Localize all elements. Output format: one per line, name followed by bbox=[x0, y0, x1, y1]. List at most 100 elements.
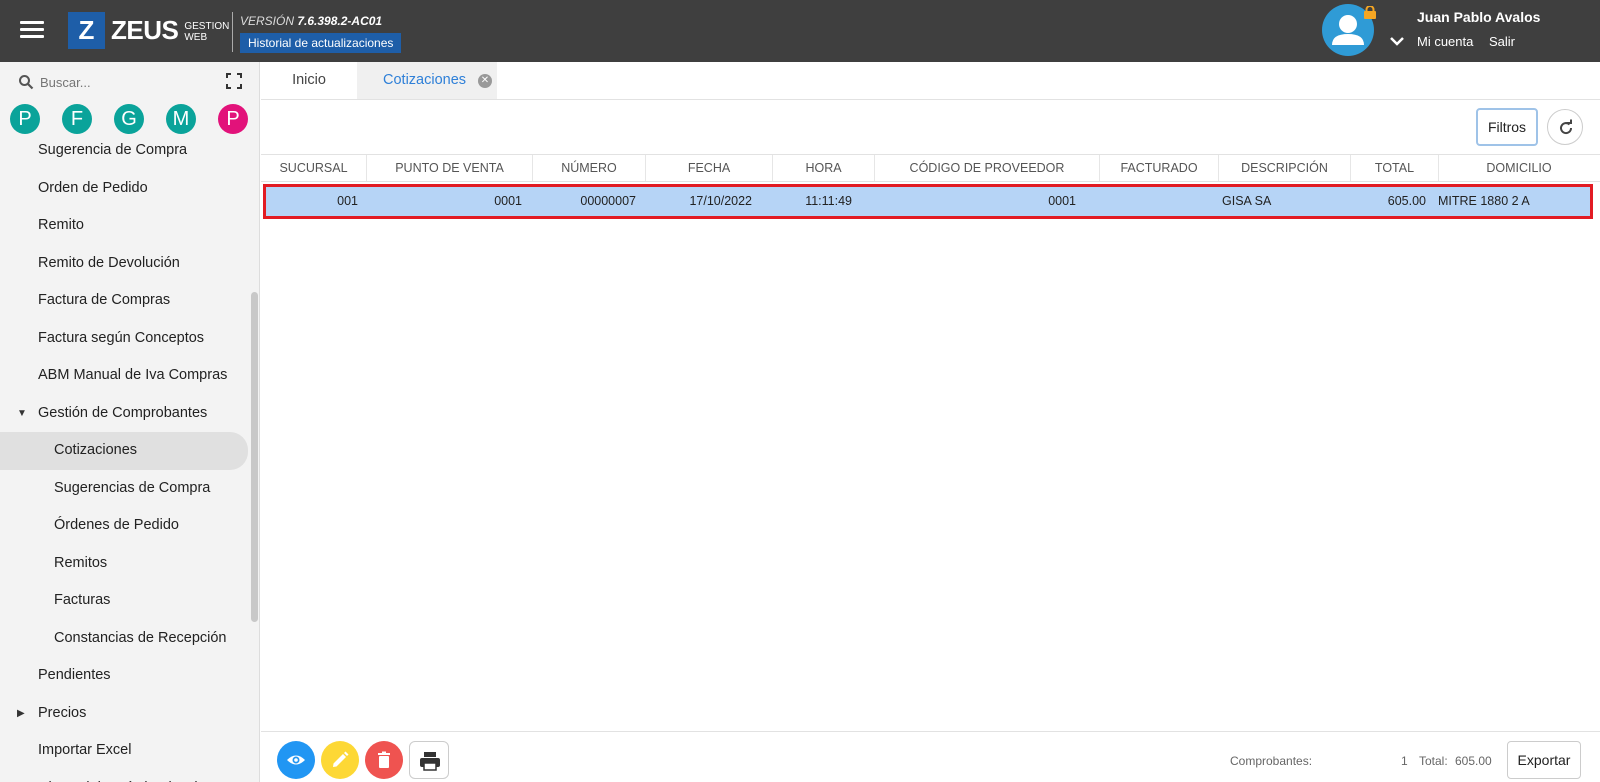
sidebar-item-label: Cotizaciones bbox=[54, 442, 138, 458]
shortcut-circle[interactable]: P bbox=[218, 104, 248, 134]
update-history-button[interactable]: Historial de actualizaciones bbox=[240, 33, 402, 53]
cell-hora: 11:11:49 bbox=[805, 194, 852, 208]
column-header-total[interactable]: TOTAL bbox=[1351, 155, 1439, 181]
search-input[interactable] bbox=[40, 72, 200, 92]
sidebar-item-label: Factura de Compras bbox=[38, 292, 171, 308]
fullscreen-icon[interactable] bbox=[225, 72, 243, 90]
total-value: 605.00 bbox=[1455, 754, 1492, 768]
edit-button[interactable] bbox=[321, 741, 359, 779]
shortcut-circle[interactable]: F bbox=[62, 104, 92, 134]
sidebar-item-label: Sugerencia de Compra bbox=[38, 142, 188, 158]
tab-bar: Inicio Cotizaciones ✕ bbox=[261, 62, 1600, 100]
column-header-fecha[interactable]: FECHA bbox=[646, 155, 773, 181]
cell-sucursal: 001 bbox=[337, 194, 358, 208]
sidebar-item[interactable]: Factura de Compras bbox=[0, 282, 250, 320]
logo-sub-line-1: GESTION bbox=[184, 21, 230, 32]
column-header-hora[interactable]: HORA bbox=[773, 155, 875, 181]
cell-punto-venta: 0001 bbox=[494, 194, 522, 208]
column-header-sucursal[interactable]: SUCURSAL bbox=[261, 155, 367, 181]
trash-icon bbox=[378, 751, 390, 768]
sidebar-item-label: Sugerencias de Compra bbox=[54, 479, 211, 496]
logo-sub-line-2: WEB bbox=[184, 32, 208, 43]
version-label: VERSIÓN bbox=[240, 14, 295, 28]
column-header-facturado[interactable]: FACTURADO bbox=[1100, 155, 1219, 181]
sidebar-item[interactable]: Cotizaciones bbox=[0, 432, 248, 470]
sidebar-item[interactable]: ▼ Gestión de Comprobantes bbox=[0, 395, 250, 433]
logo-subtitle: GESTION WEB bbox=[184, 21, 229, 43]
sidebar-menu: Sugerencia de Compra Orden de Pedido Remit… bbox=[0, 132, 250, 782]
sidebar-item[interactable]: Importar Excel bbox=[0, 732, 250, 770]
caret-down-icon: ▼ bbox=[17, 407, 27, 419]
cell-domicilio: MITRE 1880 2 A bbox=[1438, 194, 1530, 208]
refresh-icon bbox=[1560, 119, 1573, 135]
sidebar-item-label: Remito bbox=[38, 217, 84, 233]
sidebar-item[interactable]: ▶ Precios bbox=[0, 695, 250, 733]
sidebar-item-label: Facturas bbox=[54, 592, 111, 608]
column-header-codigo-proveedor[interactable]: CÓDIGO DE PROVEEDOR bbox=[875, 155, 1100, 181]
logo-word: ZEUS bbox=[111, 15, 179, 45]
my-account-link[interactable]: Mi cuenta bbox=[1417, 34, 1473, 49]
column-header-descripcion[interactable]: DESCRIPCIÓN bbox=[1219, 155, 1351, 181]
sidebar-item[interactable]: Órdenes de Pedido bbox=[0, 507, 250, 545]
comprobantes-count: 1 bbox=[1401, 754, 1408, 768]
tab-inicio[interactable]: Inicio bbox=[261, 62, 357, 99]
bottom-bar: Comprobantes: 1 Total: 605.00 Exportar bbox=[261, 731, 1600, 782]
sidebar-item[interactable]: Factura según Conceptos bbox=[0, 320, 250, 358]
column-header-numero[interactable]: NÚMERO bbox=[533, 155, 646, 181]
sidebar-item[interactable]: Remito bbox=[0, 207, 250, 245]
sidebar: PFGMP Sugerencia de CompraOrden de Pedid… bbox=[0, 62, 260, 782]
refresh-button[interactable] bbox=[1547, 109, 1583, 145]
logo-mark: Z bbox=[68, 12, 105, 49]
delete-button[interactable] bbox=[365, 741, 403, 779]
version-info: VERSIÓN 7.6.398.2-AC01 bbox=[240, 14, 382, 28]
version-number: 7.6.398.2-AC01 bbox=[297, 14, 383, 28]
close-tab-icon[interactable]: ✕ bbox=[478, 74, 492, 88]
sidebar-item[interactable]: Sugerencia de Compra bbox=[0, 132, 250, 170]
search-icon bbox=[19, 75, 34, 90]
cell-fecha: 17/10/2022 bbox=[689, 194, 752, 208]
printer-icon bbox=[420, 752, 440, 771]
print-button[interactable] bbox=[409, 741, 449, 779]
table-row[interactable]: 001 0001 00000007 17/10/2022 11:11:49 00… bbox=[263, 184, 1593, 219]
sidebar-item-label: Remitos bbox=[54, 554, 108, 571]
hamburger-menu-icon[interactable] bbox=[20, 21, 44, 41]
zeus-logo: Z ZEUS GESTION WEB bbox=[68, 12, 229, 49]
sidebar-item[interactable]: Sugerencias de Compra bbox=[0, 470, 250, 508]
sidebar-scrollbar[interactable] bbox=[251, 292, 258, 622]
shortcut-circle[interactable]: M bbox=[166, 104, 196, 134]
chevron-down-icon[interactable] bbox=[1389, 34, 1405, 48]
sidebar-item-label: Órdenes de Pedido bbox=[54, 517, 179, 533]
logout-link[interactable]: Salir bbox=[1489, 34, 1515, 49]
sidebar-item-label: ABM Manual de Iva Compras bbox=[38, 367, 228, 383]
sidebar-search bbox=[14, 70, 214, 92]
sidebar-item[interactable]: Facturas bbox=[0, 582, 250, 620]
tab-cotizaciones-label: Cotizaciones bbox=[383, 72, 467, 88]
sidebar-item-label: Remito de Devolución bbox=[38, 254, 180, 271]
sidebar-item[interactable]: Cierre del Período Fiscal bbox=[0, 770, 250, 782]
sidebar-item[interactable]: Remito de Devolución bbox=[0, 245, 250, 283]
filters-button[interactable]: Filtros bbox=[1476, 108, 1538, 146]
sidebar-item-label: Gestión de Comprobantes bbox=[38, 404, 208, 421]
sidebar-item-label: Constancias de Recepción bbox=[54, 629, 227, 646]
sidebar-item[interactable]: Orden de Pedido bbox=[0, 170, 250, 208]
view-button[interactable] bbox=[277, 741, 315, 779]
column-header-domicilio[interactable]: DOMICILIO bbox=[1439, 155, 1599, 181]
sidebar-item[interactable]: Remitos bbox=[0, 545, 250, 583]
sidebar-item-label: Pendientes bbox=[38, 667, 111, 683]
tab-cotizaciones[interactable]: Cotizaciones ✕ bbox=[357, 62, 497, 99]
comprobantes-label: Comprobantes: bbox=[1230, 754, 1313, 768]
sidebar-item[interactable]: Constancias de Recepción bbox=[0, 620, 250, 658]
eye-icon bbox=[287, 755, 305, 765]
shortcut-circle[interactable]: P bbox=[10, 104, 40, 134]
cell-numero: 00000007 bbox=[580, 194, 636, 208]
header-divider bbox=[232, 12, 233, 52]
cell-total: 605.00 bbox=[1387, 194, 1426, 208]
pencil-icon bbox=[333, 751, 349, 767]
sidebar-item[interactable]: Pendientes bbox=[0, 657, 250, 695]
export-button[interactable]: Exportar bbox=[1507, 741, 1581, 779]
user-name: Juan Pablo Avalos bbox=[1417, 9, 1541, 25]
cell-facturado bbox=[1102, 187, 1212, 216]
shortcut-circle[interactable]: G bbox=[114, 104, 144, 134]
column-header-punto-venta[interactable]: PUNTO DE VENTA bbox=[367, 155, 533, 181]
sidebar-item[interactable]: ABM Manual de Iva Compras bbox=[0, 357, 250, 395]
